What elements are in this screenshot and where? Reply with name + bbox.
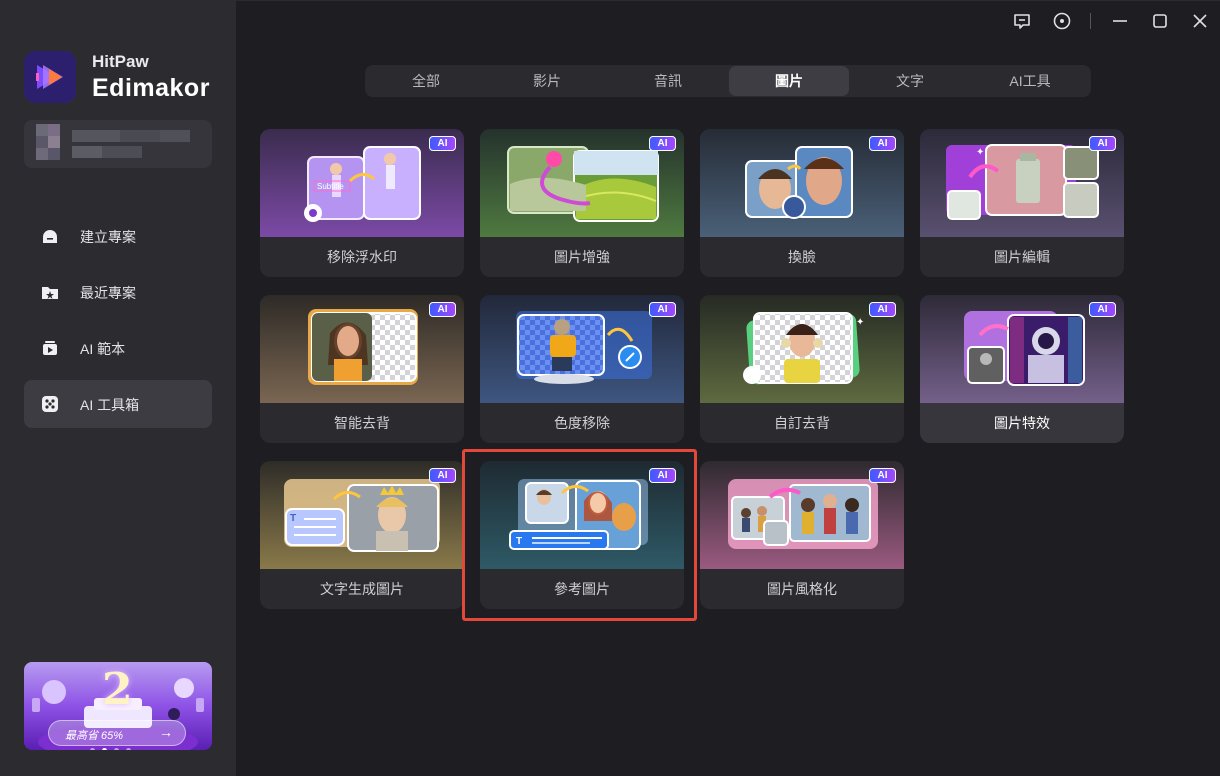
ai-badge: AI — [429, 468, 456, 483]
tab-image[interactable]: 圖片 — [729, 66, 849, 96]
app-logo-icon — [24, 51, 76, 103]
minimize-icon[interactable] — [1110, 11, 1130, 31]
tool-card-remove-watermark[interactable]: Subtitle AI 移除浮水印 — [260, 129, 464, 277]
card-label: 色度移除 — [554, 415, 610, 431]
card-label: 參考圖片 — [554, 581, 610, 597]
tool-card-custom-remove-bg[interactable]: ✦ AI 自訂去背 — [700, 295, 904, 443]
sidebar-item-ai-templates[interactable]: AI 範本 — [24, 324, 212, 372]
svg-text:T: T — [516, 536, 522, 547]
sidebar-item-new-project[interactable]: 建立專案 — [24, 212, 212, 260]
ai-badge: AI — [429, 136, 456, 151]
tab-all[interactable]: 全部 — [366, 66, 486, 96]
promo-number: 2 — [102, 664, 133, 715]
tool-card-face-swap[interactable]: AI 換臉 — [700, 129, 904, 277]
tab-text[interactable]: 文字 — [850, 66, 970, 96]
ai-badge: AI — [649, 136, 676, 151]
card-label: 移除浮水印 — [327, 249, 397, 265]
tool-card-image-enhance[interactable]: AI 圖片增強 — [480, 129, 684, 277]
ai-badge: AI — [869, 136, 896, 151]
toolbox-icon — [42, 396, 58, 412]
svg-text:✦: ✦ — [856, 317, 864, 328]
card-label: 圖片風格化 — [767, 581, 837, 597]
new-project-icon — [43, 230, 57, 243]
card-label: 圖片特效 — [994, 415, 1050, 431]
sidebar-item-label: 最近專案 — [80, 285, 136, 301]
ai-badge: AI — [649, 468, 676, 483]
promo-banner[interactable]: 2 最高省 65% → — [24, 662, 212, 750]
ai-badge: AI — [429, 302, 456, 317]
svg-text:T: T — [290, 513, 296, 524]
sidebar-item-ai-toolbox[interactable]: AI 工具箱 — [24, 380, 212, 428]
category-tabs: 全部 影片 音訊 圖片 文字 AI工具 — [365, 65, 1091, 97]
sidebar-item-label: AI 範本 — [80, 341, 126, 357]
brand-name: Edimakor — [92, 74, 210, 102]
ai-badge: AI — [1089, 302, 1116, 317]
sidebar: HitPaw Edimakor 建立專案 最近專案 AI 範本 AI 工具箱 2… — [0, 0, 236, 776]
tool-card-smart-remove-bg[interactable]: AI 智能去背 — [260, 295, 464, 443]
arrow-right-icon: → — [159, 724, 173, 740]
card-label: 自訂去背 — [774, 415, 830, 431]
feedback-icon[interactable] — [1012, 11, 1032, 31]
ai-badge: AI — [1089, 136, 1116, 151]
brand-top: HitPaw — [92, 52, 149, 71]
divider — [1090, 13, 1091, 29]
tool-card-text-to-image[interactable]: T AI 文字生成圖片 — [260, 461, 464, 609]
sidebar-item-recent-projects[interactable]: 最近專案 — [24, 268, 212, 316]
tool-card-image-stylize[interactable]: AI 圖片風格化 — [700, 461, 904, 609]
card-label: 圖片編輯 — [994, 249, 1050, 265]
account-card-blurred[interactable] — [24, 120, 212, 168]
sidebar-item-label: AI 工具箱 — [80, 397, 140, 413]
ai-badge: AI — [649, 302, 676, 317]
tab-video[interactable]: 影片 — [487, 66, 607, 96]
tool-card-chroma-key[interactable]: AI 色度移除 — [480, 295, 684, 443]
tool-card-image-effects[interactable]: AI 圖片特效 — [920, 295, 1124, 443]
tab-ai-tools[interactable]: AI工具 — [970, 66, 1090, 96]
settings-icon[interactable] — [1052, 11, 1072, 31]
maximize-icon[interactable] — [1150, 11, 1170, 31]
card-label: 換臉 — [788, 249, 816, 265]
ai-badge: AI — [869, 468, 896, 483]
tab-audio[interactable]: 音訊 — [608, 66, 728, 96]
template-icon — [43, 341, 57, 355]
tool-card-reference-image[interactable]: T AI 參考圖片 — [480, 461, 684, 609]
sidebar-item-label: 建立專案 — [80, 229, 136, 245]
card-label: 文字生成圖片 — [320, 581, 404, 597]
recent-folder-icon — [42, 287, 58, 299]
ai-badge: AI — [869, 302, 896, 317]
carousel-dots[interactable] — [90, 740, 138, 750]
card-label: 智能去背 — [334, 415, 390, 431]
close-icon[interactable] — [1190, 11, 1210, 31]
tool-card-image-edit[interactable]: ✦ AI 圖片編輯 — [920, 129, 1124, 277]
card-label: 圖片增強 — [554, 249, 610, 265]
subtitle-overlay: Subtitle — [317, 182, 344, 191]
svg-text:✦: ✦ — [976, 147, 984, 158]
